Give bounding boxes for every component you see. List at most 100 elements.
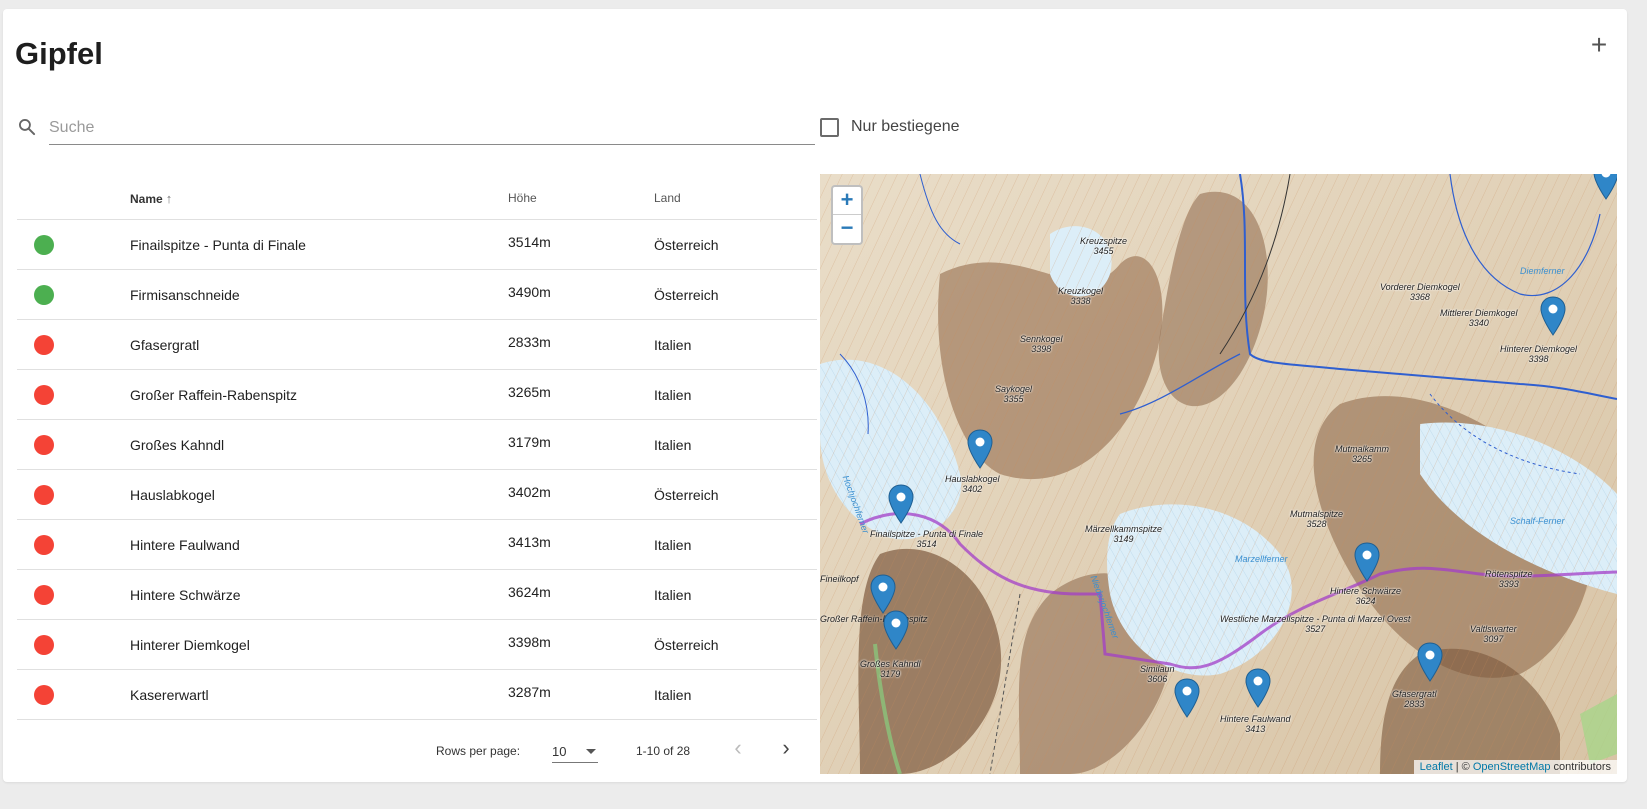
map-peak-name: Hinterer Diemkogel (1500, 344, 1578, 354)
next-page-button[interactable]: › (775, 737, 797, 761)
map-marker-icon[interactable] (870, 574, 896, 614)
zoom-control: + − (831, 185, 863, 245)
peak-land: Österreich (654, 637, 719, 653)
map-water-label: Schalf-Ferner (1510, 516, 1565, 526)
status-dot (34, 435, 54, 455)
peak-name: Großes Kahndl (130, 437, 225, 453)
status-dot (34, 685, 54, 705)
table-row[interactable]: Gfasergratl 2833m Italien (17, 320, 817, 370)
map-marker-icon[interactable] (1174, 678, 1200, 718)
map-peak-name: Mutmalkamm (1335, 444, 1390, 454)
nur-bestiegene-filter[interactable]: Nur bestiegene (820, 116, 960, 138)
column-header-land[interactable]: Land (654, 191, 681, 205)
map-peak-name: Similaun (1140, 664, 1175, 674)
map-peak-name: Sennkogel (1020, 334, 1063, 344)
map-peak-label: Märzellkammspitze 3149 (1085, 524, 1162, 544)
peak-name: Großer Raffein-Rabenspitz (130, 387, 298, 403)
table-row[interactable]: Hintere Schwärze 3624m Italien (17, 570, 817, 620)
map-marker-icon[interactable] (1540, 296, 1566, 336)
map-peak-label: Kreuzkogel 3338 (1058, 286, 1103, 306)
map-marker-icon[interactable] (1354, 542, 1380, 582)
table-row[interactable]: Hauslabkogel 3402m Österreich (17, 470, 817, 520)
map-peak-name: Gfasergratl (1392, 689, 1437, 699)
peak-hoehe: 3179m (508, 434, 551, 450)
column-header-name-label: Name (130, 192, 163, 206)
map-peak-label: Valtlswarter 3097 (1470, 624, 1517, 644)
table-row[interactable]: Großer Raffein-Rabenspitz 3265m Italien (17, 370, 817, 420)
chevron-left-icon: ‹ (734, 735, 742, 760)
nur-bestiegene-checkbox[interactable] (820, 117, 839, 137)
map-peak-elevation: 3338 (1070, 296, 1091, 306)
table-row[interactable]: Hintere Faulwand 3413m Italien (17, 520, 817, 570)
table-row[interactable]: Kasererwartl 3287m Italien (17, 670, 817, 720)
map-peak-elevation: 3393 (1498, 579, 1519, 589)
map-peak-name: Kreuzkogel (1058, 286, 1104, 296)
table-row[interactable]: Firmisanschneide 3490m Österreich (17, 270, 817, 320)
peak-hoehe: 3624m (508, 584, 551, 600)
status-dot (34, 485, 54, 505)
map-peak-elevation: 3514 (916, 539, 937, 549)
map-peak-name: Märzellkammspitze (1085, 524, 1163, 534)
map-peak-name: Kreuzspitze (1080, 236, 1128, 246)
map-peak-elevation: 2833 (1404, 699, 1425, 709)
search-input[interactable] (49, 109, 815, 145)
table-body: Finailspitze - Punta di Finale 3514m Öster… (17, 220, 817, 720)
peak-land: Italien (654, 337, 692, 353)
map-peak-label: Mittlerer Diemkogel 3340 (1440, 308, 1518, 328)
map-peak-elevation: 3097 (1483, 634, 1504, 644)
map-peak-elevation: 3355 (1003, 394, 1024, 404)
map[interactable]: Kreuzspitze 3455 Kreuzkogel 3338 Sennkogel 33… (820, 174, 1617, 774)
status-dot (34, 235, 54, 255)
zoom-out-button[interactable]: − (833, 215, 861, 243)
peak-hoehe: 3265m (508, 384, 551, 400)
openstreetmap-link[interactable]: OpenStreetMap (1473, 761, 1551, 773)
peak-name: Firmisanschneide (130, 287, 240, 303)
map-marker-icon[interactable] (967, 429, 993, 469)
rows-per-page-value: 10 (552, 744, 567, 759)
column-header-hoehe[interactable]: Höhe (508, 191, 537, 205)
map-peak-elevation: 3624 (1355, 596, 1376, 606)
peak-land: Italien (654, 387, 692, 403)
map-terrain[interactable] (820, 174, 1617, 774)
map-peak-elevation: 3527 (1305, 624, 1326, 634)
map-peak-label: Finailspitze - Punta di Finale 3514 (870, 529, 983, 549)
map-peak-label: Hauslabkogel 3402 (945, 474, 1000, 494)
chevron-right-icon: › (782, 735, 790, 760)
caret-down-icon (586, 749, 596, 754)
previous-page-button[interactable]: ‹ (727, 737, 749, 761)
rows-per-page-select[interactable]: 10 (552, 739, 598, 763)
leaflet-link[interactable]: Leaflet (1420, 761, 1453, 773)
peak-name: Gfasergratl (130, 337, 200, 353)
map-marker-icon[interactable] (888, 484, 914, 524)
status-dot (34, 635, 54, 655)
map-peak-name: Valtlswarter (1470, 624, 1517, 634)
map-peak-label: Großes Kahndl 3179 (860, 659, 921, 679)
table-row[interactable]: Finailspitze - Punta di Finale 3514m Öster… (17, 220, 817, 270)
map-peak-label: Saykogel 3355 (995, 384, 1032, 404)
map-peak-elevation: 3402 (962, 484, 983, 494)
map-peak-label: Westliche Marzellspitze - Punta di Marze… (1220, 614, 1410, 634)
map-peak-label: Mutmalkamm 3265 (1335, 444, 1389, 464)
peak-hoehe: 3402m (508, 484, 551, 500)
map-peak-label: Hintere Schwärze 3624 (1330, 586, 1401, 606)
map-peak-elevation: 3606 (1147, 674, 1168, 684)
peak-land: Italien (654, 587, 692, 603)
map-marker-icon[interactable] (1417, 642, 1443, 682)
peak-hoehe: 3490m (508, 284, 551, 300)
add-peak-button[interactable]: + (1579, 25, 1619, 65)
table-row[interactable]: Großes Kahndl 3179m Italien (17, 420, 817, 470)
map-peak-label: Rötenspitze 3393 (1485, 569, 1533, 589)
nur-bestiegene-label: Nur bestiegene (851, 118, 960, 135)
map-peak-label: Hintere Faulwand 3413 (1220, 714, 1291, 734)
map-attribution: Leaflet | © OpenStreetMap contributors (1413, 760, 1617, 774)
peak-land: Italien (654, 537, 692, 553)
map-marker-icon[interactable] (883, 610, 909, 650)
table-row[interactable]: Hinterer Diemkogel 3398m Österreich (17, 620, 817, 670)
zoom-in-button[interactable]: + (833, 187, 861, 215)
map-marker-icon[interactable] (1245, 668, 1271, 708)
map-peak-label: Vorderer Diemkogel 3368 (1380, 282, 1460, 302)
table-header: Name ↑ Höhe Land (17, 174, 817, 220)
column-header-name[interactable]: Name ↑ (130, 191, 172, 206)
map-peak-elevation: 3455 (1093, 246, 1114, 256)
map-marker-icon[interactable] (1593, 174, 1617, 200)
